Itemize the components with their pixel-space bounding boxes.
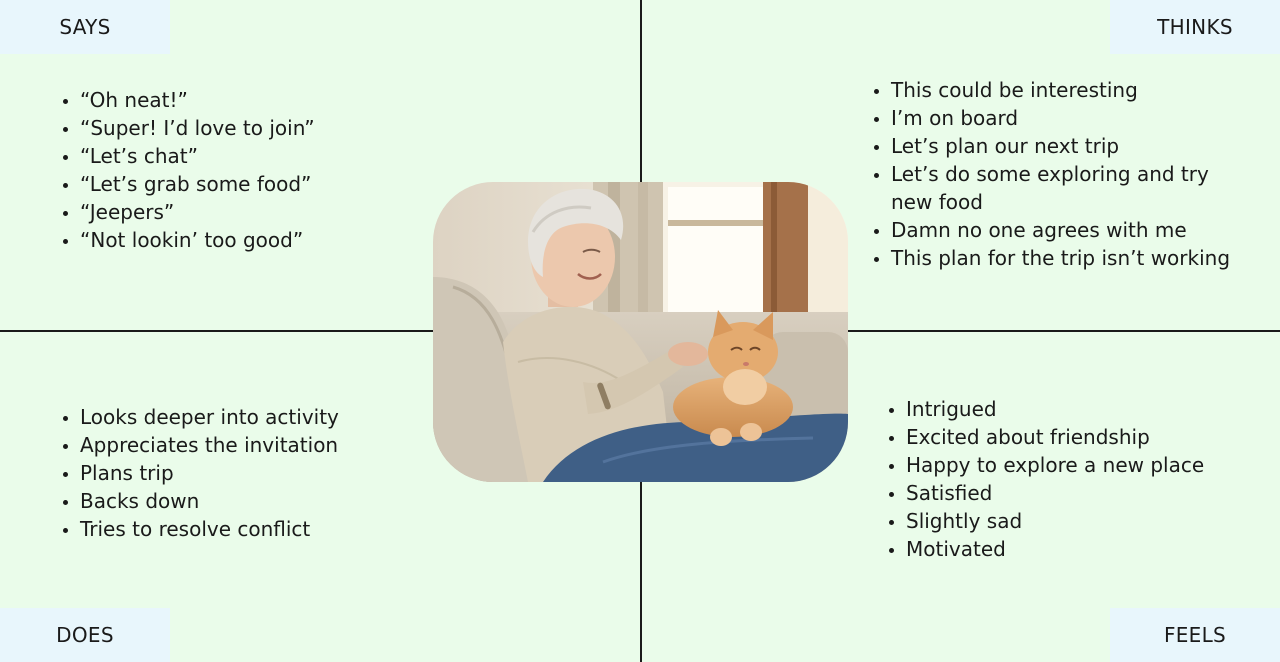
list-item: Motivated [906, 535, 1204, 563]
feels-label: FEELS [1110, 608, 1280, 662]
horizontal-divider-right [847, 330, 1280, 332]
list-item: Let’s do some exploring and try new food [891, 160, 1231, 216]
horizontal-divider-left [0, 330, 433, 332]
says-list: “Oh neat!” “Super! I’d love to join” “Le… [60, 86, 315, 254]
persona-photo [433, 182, 848, 482]
list-item: “Let’s chat” [80, 142, 315, 170]
thinks-list: This could be interesting I’m on board L… [871, 76, 1231, 272]
does-list: Looks deeper into activity Appreciates t… [60, 403, 339, 543]
list-item: Tries to resolve conflict [80, 515, 339, 543]
list-item: “Super! I’d love to join” [80, 114, 315, 142]
list-item: “Oh neat!” [80, 86, 315, 114]
list-item: “Jeepers” [80, 198, 315, 226]
list-item: Excited about friendship [906, 423, 1204, 451]
list-item: Looks deeper into activity [80, 403, 339, 431]
list-item: Appreciates the invitation [80, 431, 339, 459]
list-item: Damn no one agrees with me [891, 216, 1231, 244]
says-label: SAYS [0, 0, 170, 54]
list-item: This could be interesting [891, 76, 1231, 104]
list-item: “Not lookin’ too good” [80, 226, 315, 254]
thinks-label: THINKS [1110, 0, 1280, 54]
list-item: Slightly sad [906, 507, 1204, 535]
feels-list: Intrigued Excited about friendship Happy… [886, 395, 1204, 563]
does-label: DOES [0, 608, 170, 662]
list-item: Happy to explore a new place [906, 451, 1204, 479]
list-item: Let’s plan our next trip [891, 132, 1231, 160]
list-item: I’m on board [891, 104, 1231, 132]
list-item: Plans trip [80, 459, 339, 487]
list-item: Backs down [80, 487, 339, 515]
list-item: This plan for the trip isn’t working [891, 244, 1231, 272]
list-item: Satisfied [906, 479, 1204, 507]
list-item: Intrigued [906, 395, 1204, 423]
list-item: “Let’s grab some food” [80, 170, 315, 198]
